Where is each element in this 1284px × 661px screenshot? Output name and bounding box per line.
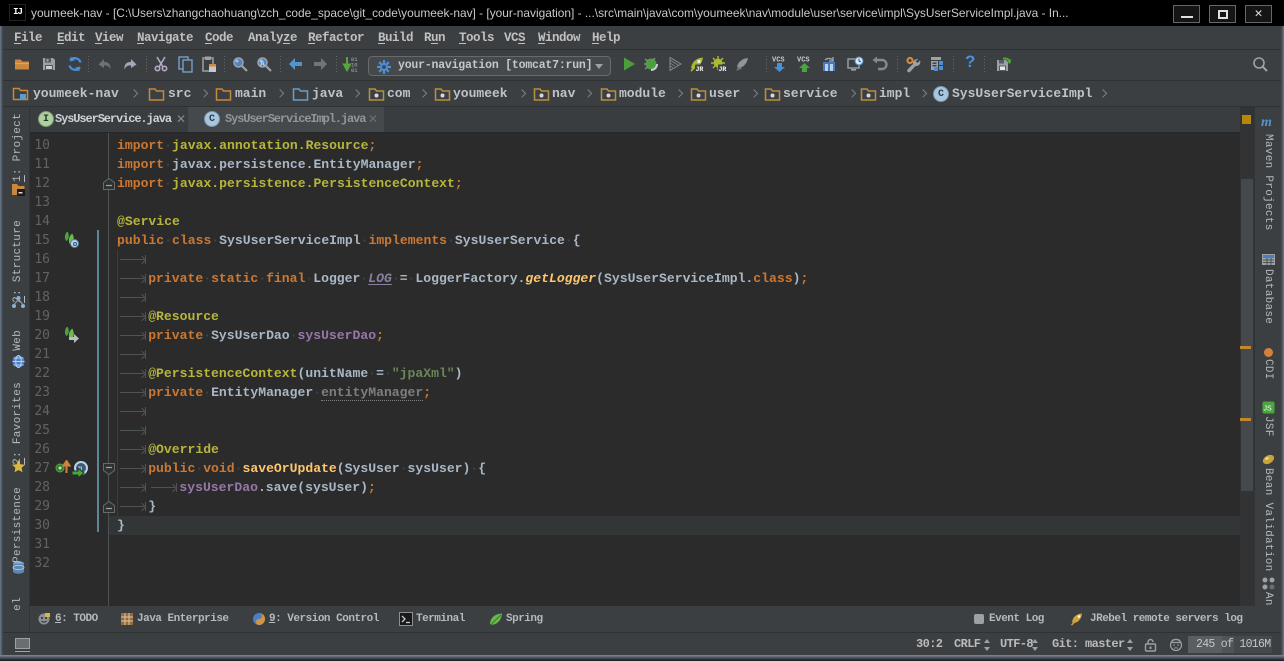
svg-text:JR: JR (719, 66, 727, 73)
svg-text:01: 01 (351, 67, 358, 73)
svg-text:JS: JS (1264, 406, 1273, 413)
svg-text:VCS: VCS (797, 57, 810, 65)
svg-text:A: A (260, 60, 265, 69)
svg-text:JR: JR (696, 66, 704, 73)
